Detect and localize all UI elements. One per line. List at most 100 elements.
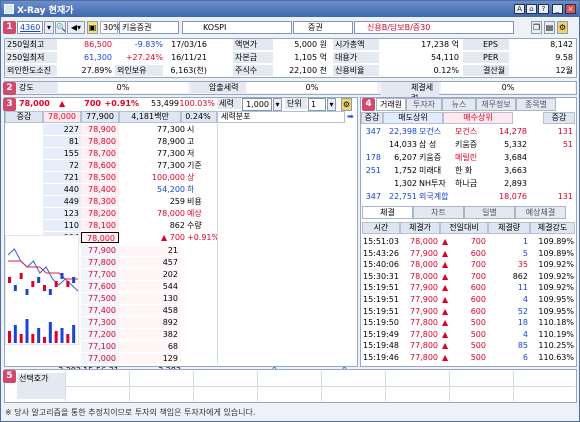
close-button[interactable]: × — [565, 4, 576, 14]
broker-diff-buy — [541, 165, 573, 176]
up-arrow-icon: ▲ — [442, 295, 449, 304]
section-badge-5: 5 — [3, 370, 16, 383]
volume-ratio: 100.03% — [179, 99, 215, 108]
chart-candle — [37, 277, 41, 283]
info-label-3: 시가총액 — [333, 39, 379, 50]
ask-price: 78,700 — [81, 148, 119, 159]
trade-qty: 52 — [517, 306, 528, 316]
ask-price: 78,800 — [81, 136, 119, 147]
broker-sell-qty: 1,752 — [394, 166, 417, 175]
trade-tab-0[interactable]: 체결 — [362, 206, 413, 219]
chart-volume-bar — [31, 334, 35, 343]
print-icon[interactable]: ▤ — [544, 21, 555, 34]
chart-candle — [25, 289, 29, 295]
broker-buy-name: 한 화 — [455, 166, 473, 175]
copy-icon[interactable]: ❐ — [531, 21, 542, 34]
ask-qty: 110 — [43, 220, 81, 231]
trade-price: 77,900 — [410, 306, 438, 316]
trade-tab-3[interactable]: 예상체결 — [515, 206, 566, 219]
summary-value: 259 — [169, 197, 185, 206]
window-title: X-Ray 현재가 — [17, 6, 74, 16]
trade-tab-2[interactable]: 일별 — [464, 206, 515, 219]
trade-tab-1[interactable]: 차트 — [413, 206, 464, 219]
trade-strength: 110.63% — [538, 353, 574, 362]
trade-change: 600 — [470, 248, 486, 258]
trade-price: 77,900 — [410, 248, 438, 258]
info-label-3: 대용가 — [333, 52, 379, 63]
info-value-2: 1,105 억 — [294, 53, 327, 62]
bid-price: 77,500 — [81, 293, 119, 304]
ask-price: 78,600 — [81, 160, 119, 171]
info-value-3: 0.12% — [433, 66, 459, 75]
info-value-4: 12월 — [555, 66, 573, 75]
broker-buy-name: 모건스 — [455, 127, 478, 136]
settings-icon[interactable]: ⚙ — [557, 21, 568, 34]
xray-window: X-Ray 현재가 A ⌂ ? _ × 1 4360 ▾ 🔍 ◀▾ ▣ 30% … — [0, 0, 580, 422]
info-label-2: 액면가 — [233, 39, 273, 50]
trade-header: 전일대비 — [440, 222, 488, 234]
chart-candle — [54, 281, 58, 287]
bid-price: 77,600 — [81, 281, 119, 292]
stock-code-input[interactable]: 4360 — [17, 21, 43, 34]
unit-select[interactable]: 1 — [308, 98, 326, 111]
chevron-down-icon[interactable]: ▾ — [273, 98, 282, 111]
info-label-4: 결산월 — [463, 65, 509, 76]
change-percent: +0.91% — [104, 99, 139, 108]
tab-3[interactable]: 재무정보 — [476, 98, 516, 111]
info-label: 외인한도소진 — [5, 65, 57, 76]
broker-sell-name: 미래대 — [419, 166, 442, 175]
ask-qty: 721 — [43, 172, 81, 183]
help-button[interactable]: ? — [538, 4, 549, 14]
broker-diff-sell: 347 — [365, 127, 381, 136]
lock-icon[interactable]: ▣ — [87, 21, 98, 34]
summary-label: +0.91% — [187, 233, 217, 242]
font-size-button[interactable]: A — [514, 4, 525, 14]
tab-4[interactable]: 종목별 — [516, 98, 556, 111]
trade-change: 500 — [470, 353, 486, 362]
summary-label: 예상 — [187, 209, 202, 218]
strength-label: 강도 — [17, 82, 57, 93]
tab-1[interactable]: 투자자 — [406, 98, 442, 111]
search-icon[interactable]: ▾ — [44, 21, 54, 34]
broker-header: 매수상위 — [443, 112, 513, 124]
summary-value: 77,300 — [157, 149, 185, 158]
current-price: 78,000 — [19, 99, 50, 108]
speaker-icon[interactable]: ◀▾ — [67, 21, 85, 34]
trade-qty: 862 — [512, 271, 528, 281]
info-label-2: 자본금 — [233, 52, 273, 63]
settings-icon[interactable]: ⚙ — [341, 98, 352, 111]
info-value: 61,300 — [84, 53, 112, 62]
tab-0[interactable]: 거래원 — [376, 98, 406, 111]
up-arrow-icon: ▲ — [442, 271, 449, 281]
chevron-down-icon[interactable]: ▾ — [327, 98, 336, 111]
price-change: 700 — [84, 99, 101, 108]
broker-buy-qty: 2,893 — [504, 179, 527, 188]
trade-qty: 4 — [522, 295, 528, 304]
qty-input[interactable]: 1,000 — [242, 98, 272, 111]
info-date: 6,163(천) — [170, 66, 207, 75]
trade-price: 78,000 — [410, 260, 438, 270]
trade-header: 체결량 — [488, 222, 530, 234]
summary-value: 78,900 — [157, 137, 185, 146]
ob-header-ask: 78,000 — [43, 111, 81, 123]
broker-sell-name: 삼 성 — [419, 140, 437, 149]
ask-qty: 81 — [43, 136, 81, 147]
arrow-right-icon[interactable]: ➡ — [347, 111, 357, 122]
search-icon[interactable]: 🔍 — [55, 21, 66, 34]
summary-label: 상 — [187, 173, 195, 182]
up-arrow-icon: ▲ — [442, 283, 449, 293]
section-badge-4: 4 — [362, 98, 375, 111]
force-distribution-select[interactable]: 세력분포 — [217, 111, 345, 123]
trade-qty: 18 — [517, 318, 528, 328]
tab-2[interactable]: 뉴스 — [442, 98, 476, 111]
info-value-4: 8,142 — [550, 40, 573, 49]
trade-strength: 109.92% — [538, 283, 574, 293]
broker-buy-qty: 14,278 — [499, 127, 527, 136]
ask-price: 78,900 — [81, 124, 119, 135]
summary-label: 시 — [187, 125, 195, 134]
broker-buy-name: 메릴린 — [455, 153, 478, 162]
trade-time: 15:30:31 — [363, 271, 399, 281]
home-button[interactable]: ⌂ — [526, 4, 537, 14]
minimize-button[interactable]: _ — [552, 4, 563, 14]
up-arrow-icon: ▲ — [442, 306, 449, 316]
